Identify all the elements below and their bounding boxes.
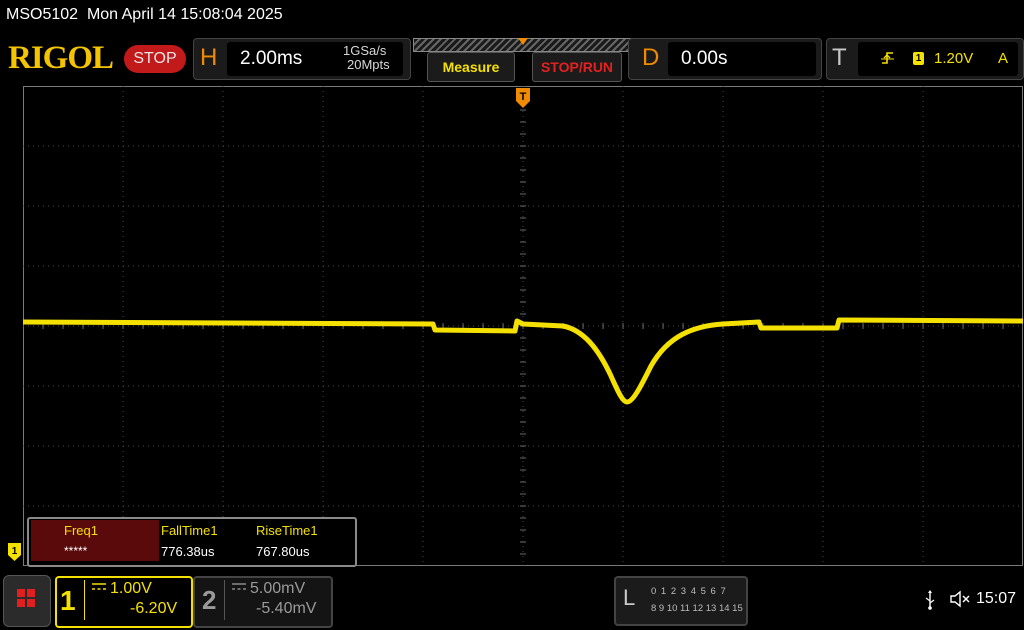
date-time: Mon April 14 15:08:04 2025 (86, 6, 283, 23)
logic-channels-row1: 0 1 2 3 4 5 6 7 (651, 586, 727, 597)
trigger-rising-edge-icon (881, 52, 894, 64)
run-state-badge: STOP (124, 45, 186, 73)
memory-position-marker (518, 38, 528, 45)
channel2-divider (224, 580, 225, 620)
waveform-display[interactable] (23, 86, 1023, 566)
timebase-value: 2.00ms (240, 48, 303, 69)
usb-icon (925, 590, 935, 610)
measurement-value-freq: ***** (64, 544, 88, 558)
title-bar: MSO5102 Mon April 14 15:08:04 2025 (6, 6, 283, 24)
trigger-source-badge: 1 (913, 52, 924, 65)
model-name: MSO5102 (6, 6, 79, 23)
horizontal-label: H (200, 44, 218, 71)
dc-coupling-icon (232, 583, 246, 590)
trigger-mode: A (998, 50, 1009, 67)
delay-label: D (642, 44, 660, 71)
trigger-position-icon[interactable]: T (516, 88, 530, 108)
measure-button[interactable]: Measure (427, 52, 515, 82)
sample-rate: 1GSa/s (343, 43, 387, 58)
delay-value: 0.00s (681, 48, 728, 69)
logic-analyzer-label: L (623, 585, 636, 610)
trigger-position-label: T (520, 91, 527, 103)
measurement-label-falltime: FallTime1 (161, 523, 218, 538)
channel1-offset: -6.20V (130, 600, 178, 617)
dc-coupling-icon (92, 583, 106, 590)
menu-grid-icon (17, 589, 35, 607)
measurement-label-freq: Freq1 (64, 523, 98, 538)
measurement-value-risetime: 767.80us (256, 544, 310, 559)
memory-depth: 20Mpts (347, 57, 390, 72)
trigger-label: T (832, 44, 847, 71)
channel2-number: 2 (202, 585, 217, 615)
brand-logo: RIGOL (8, 40, 114, 76)
trigger-level: 1.20V (934, 50, 974, 67)
clock: 15:07 (976, 590, 1017, 607)
channel1-number: 1 (60, 585, 76, 616)
channel2-offset: -5.40mV (256, 600, 317, 617)
stop-run-button[interactable]: STOP/RUN (532, 52, 622, 82)
channel1-divider (84, 580, 85, 620)
channel1-scale: 1.00V (110, 580, 152, 597)
channel2-scale: 5.00mV (250, 580, 306, 597)
ch1-offset-marker[interactable]: 1 (8, 543, 21, 561)
logic-channels-row2: 8 9 10 11 12 13 14 15 (651, 603, 743, 614)
measurement-label-risetime: RiseTime1 (256, 523, 318, 538)
measurement-value-falltime: 776.38us (161, 544, 215, 559)
speaker-muted-icon[interactable] (949, 589, 973, 609)
ch1-offset-marker-label: 1 (12, 546, 18, 557)
